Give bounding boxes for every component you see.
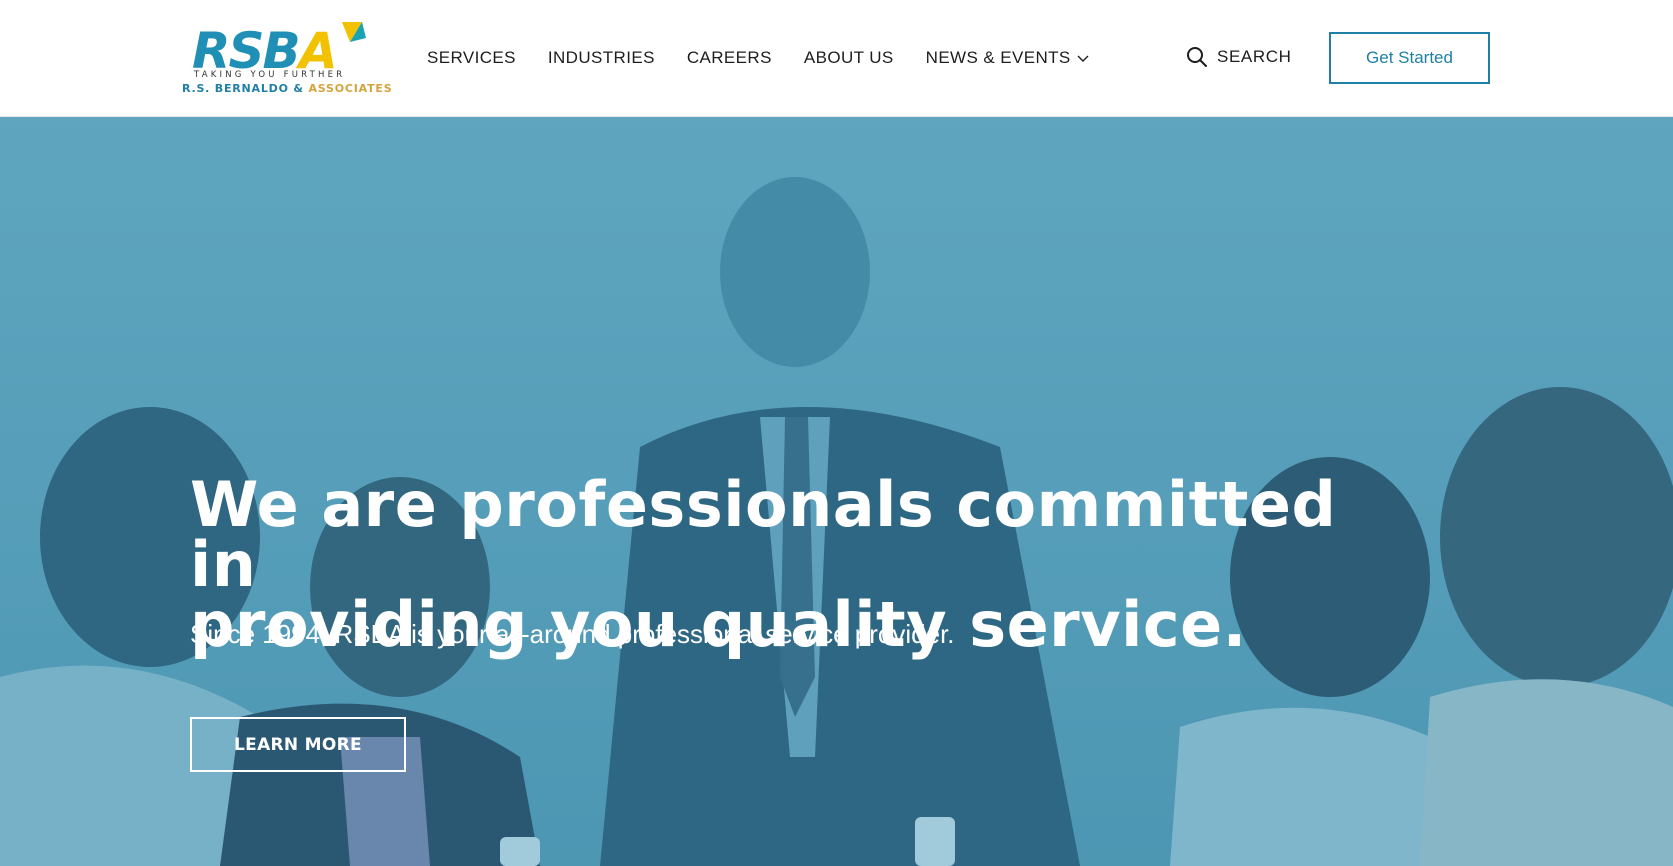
nav-item-services[interactable]: SERVICES xyxy=(427,48,516,68)
hero-title-line1: We are professionals committed in xyxy=(190,468,1337,601)
site-header: RSB A TAKING YOU FURTHER R.S. BERNALDO &… xyxy=(0,0,1673,117)
hero-section: We are professionals committed in provid… xyxy=(0,117,1673,866)
nav-item-news-events[interactable]: NEWS & EVENTS xyxy=(926,48,1089,68)
nav-item-label: ABOUT US xyxy=(803,48,894,67)
search-label: SEARCH xyxy=(1217,47,1292,66)
rsba-logo[interactable]: RSB A TAKING YOU FURTHER R.S. BERNALDO &… xyxy=(180,20,392,100)
chevron-down-icon xyxy=(1077,55,1089,62)
logo-company-name: R.S. BERNALDO & ASSOCIATES xyxy=(182,82,392,95)
logo-tagline: TAKING YOU FURTHER xyxy=(194,70,346,80)
svg-text:RSB: RSB xyxy=(192,22,299,76)
svg-text:A: A xyxy=(295,22,338,76)
nav-item-careers[interactable]: CAREERS xyxy=(687,48,772,68)
search-icon xyxy=(1187,47,1207,67)
rsba-logo-mark-icon: RSB A xyxy=(192,22,366,76)
logo-company-part2: ASSOCIATES xyxy=(308,82,393,95)
nav-item-label: INDUSTRIES xyxy=(547,48,655,67)
nav-item-label: NEWS & EVENTS xyxy=(925,48,1071,67)
nav-item-about-us[interactable]: ABOUT US xyxy=(804,48,894,68)
learn-more-button[interactable]: LEARN MORE xyxy=(190,717,406,772)
main-nav: SERVICES INDUSTRIES CAREERS ABOUT US NEW… xyxy=(427,46,1121,70)
logo-company-part1: R.S. BERNALDO & xyxy=(182,82,304,95)
get-started-button[interactable]: Get Started xyxy=(1329,32,1490,84)
nav-item-label: CAREERS xyxy=(686,48,772,67)
nav-item-industries[interactable]: INDUSTRIES xyxy=(548,48,655,68)
search-button[interactable]: SEARCH xyxy=(1185,45,1291,69)
hero-subtitle: Since 1994, RSBA is your all-around prof… xyxy=(190,619,955,649)
nav-item-label: SERVICES xyxy=(427,48,516,67)
